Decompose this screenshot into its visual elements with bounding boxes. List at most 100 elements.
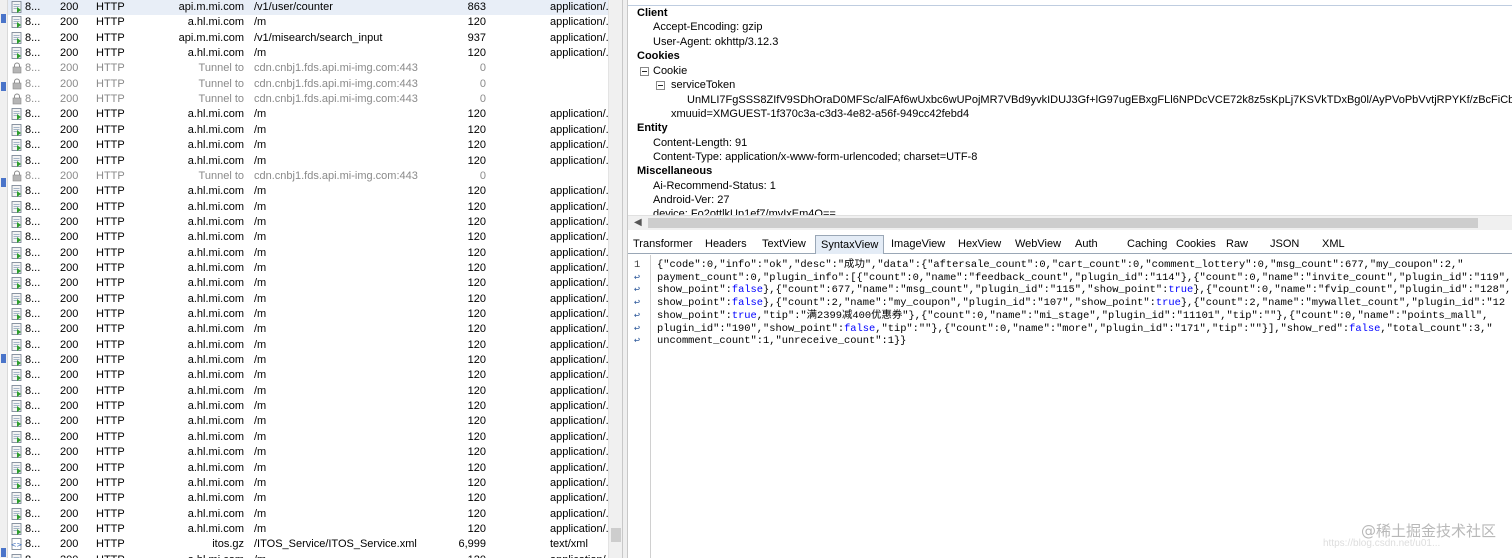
user-agent-header[interactable]: User-Agent: okhttp/3.12.3 [653, 35, 778, 49]
session-row[interactable]: 8...200HTTPa.hl.mi.com/m120application/.… [8, 522, 608, 537]
host: a.hl.mi.com [187, 308, 244, 320]
session-row[interactable]: 8...200HTTPa.hl.mi.com/m120application/.… [8, 138, 608, 153]
session-row[interactable]: 8...200HTTPa.hl.mi.com/m120application/.… [8, 261, 608, 276]
session-row[interactable]: 8...200HTTPa.hl.mi.com/m120application/.… [8, 154, 608, 169]
session-row[interactable]: 8... 200 HTTP Tunnel to cdn.cnbj1.fds.api.mi… [8, 169, 608, 184]
session-row[interactable]: 8...200HTTPa.hl.mi.com/m120application/.… [8, 384, 608, 399]
session-row[interactable]: 8...200HTTPa.hl.mi.com/m120application/.… [8, 368, 608, 383]
session-row[interactable]: 8... 200 HTTP Tunnel to cdn.cnbj1.fds.api.mi… [8, 61, 608, 76]
session-row[interactable]: 8...200HTTPa.hl.mi.com/m120application/.… [8, 307, 608, 322]
session-row[interactable]: 8...200HTTPa.hl.mi.com/m120application/.… [8, 553, 608, 558]
session-row[interactable]: 8...200HTTPa.hl.mi.com/m120application/.… [8, 107, 608, 122]
url: cdn.cnbj1.fds.api.mi-img.com:443 [254, 169, 418, 182]
scrollbar-thumb[interactable] [611, 528, 621, 542]
session-row[interactable]: 8...200HTTPa.hl.mi.com/m120application/.… [8, 476, 608, 491]
session-row[interactable]: 8...200HTTPa.hl.mi.com/m120application/.… [8, 445, 608, 460]
scrollbar-thumb[interactable] [648, 218, 1478, 228]
session-list-scrollbar[interactable] [608, 0, 622, 558]
body-size: 120 [467, 231, 486, 244]
session-id: 8... [25, 200, 41, 213]
content-type-header[interactable]: Content-Type: application/x-www-form-url… [653, 150, 977, 164]
wrap-arrow-icon: ↩ [634, 323, 641, 335]
service-token-value[interactable]: UnMLI7FgSSS8ZIfV9SDhOraD0MFSc/alFAf6wUxb… [687, 93, 1512, 107]
session-row[interactable]: 8...200HTTPa.hl.mi.com/m120application/.… [8, 184, 608, 199]
session-row[interactable]: 8...200HTTPa.hl.mi.com/m120application/.… [8, 200, 608, 215]
session-row[interactable]: 8... 200 HTTP api.m.mi.com/v1/misearch/sear… [8, 31, 608, 46]
session-row[interactable]: 8...200HTTPa.hl.mi.com/m120application/.… [8, 322, 608, 337]
body-size: 120 [467, 154, 486, 167]
code-line: show_point":false},{"count":2,"name":"my… [657, 297, 1506, 310]
tab-transformer[interactable]: Transformer [628, 235, 698, 254]
tab-caching[interactable]: Caching [1122, 235, 1172, 254]
url: /m [254, 507, 267, 520]
session-row[interactable]: 8...200HTTPa.hl.mi.com/m120application/.… [8, 353, 608, 368]
tab-syntaxview[interactable]: SyntaxView [815, 235, 885, 254]
body-size: 120 [467, 430, 486, 443]
device-header[interactable]: device: Fo2ottlkUp1ef7/mvIxEm4Q== [653, 207, 836, 215]
android-ver-header[interactable]: Android-Ver: 27 [653, 193, 729, 207]
code-line: {"code":0,"info":"ok","desc":"成功","data"… [657, 259, 1464, 271]
session-row[interactable]: 8...200HTTPa.hl.mi.com/m120application/.… [8, 123, 608, 138]
result-code: 200 [60, 446, 79, 459]
headers-horizontal-scrollbar[interactable]: ◀ [628, 215, 1512, 230]
tab-imageview[interactable]: ImageView [886, 235, 950, 254]
syntax-view-editor[interactable]: 1 ↩ ↩ ↩ ↩ ↩ ↩ {"code":0,"info":"ok","desc":"成功… [628, 255, 1512, 558]
body-size: 863 [467, 1, 486, 13]
session-id: 8... [25, 430, 41, 443]
host: a.hl.mi.com [187, 277, 244, 290]
session-row[interactable]: 8...200HTTPa.hl.mi.com/m120application/.… [8, 507, 608, 522]
tab-cookies[interactable]: Cookies [1171, 235, 1221, 254]
lock-icon [11, 170, 23, 182]
body-size: 120 [467, 446, 486, 459]
line-gutter: 1 ↩ ↩ ↩ ↩ ↩ ↩ [628, 255, 651, 558]
host: a.hl.mi.com [187, 200, 244, 213]
session-row[interactable]: <> 8... 200 HTTP itos.gz/ITOS_Service/ITOS_S… [8, 537, 608, 552]
content-type: application/... [550, 507, 608, 520]
scroll-left-arrow-icon[interactable]: ◀ [634, 217, 642, 228]
content-length-header[interactable]: Content-Length: 91 [653, 136, 747, 150]
cookie-node-label[interactable]: Cookie [653, 64, 687, 78]
service-token-label[interactable]: serviceToken [671, 78, 735, 92]
session-row[interactable]: 8... 200 HTTP api.m.mi.com/v1/user/counter 8… [8, 0, 608, 16]
tab-hexview[interactable]: HexView [953, 235, 1006, 254]
session-row[interactable]: 8...200HTTPa.hl.mi.com/m120application/.… [8, 215, 608, 230]
tab-headers[interactable]: Headers [700, 235, 752, 254]
collapse-service-token-icon[interactable] [656, 81, 665, 90]
session-row[interactable]: 8...200HTTPa.hl.mi.com/m120application/.… [8, 461, 608, 476]
xmuuid-cookie[interactable]: xmuuid=XMGUEST-1f370c3a-c3d3-4e82-a56f-9… [671, 107, 969, 121]
headers-panel-top-edge [628, 0, 1512, 6]
result-code: 200 [60, 461, 79, 474]
ai-recommend-header[interactable]: Ai-Recommend-Status: 1 [653, 179, 776, 193]
session-id: 8... [25, 215, 41, 228]
session-id: 8... [25, 93, 41, 106]
body-size: 0 [479, 77, 486, 90]
url: /m [254, 108, 267, 121]
tab-raw[interactable]: Raw [1221, 235, 1253, 254]
tab-textview[interactable]: TextView [757, 235, 811, 254]
session-row[interactable]: 8...200HTTPa.hl.mi.com/m120application/.… [8, 491, 608, 506]
collapse-cookie-icon[interactable] [640, 67, 649, 76]
session-row[interactable]: 8... 200 HTTP Tunnel to cdn.cnbj1.fds.api.mi… [8, 92, 608, 107]
json-response-icon [11, 292, 23, 305]
tab-webview[interactable]: WebView [1010, 235, 1066, 254]
session-row[interactable]: 8...200HTTPa.hl.mi.com/m120application/.… [8, 246, 608, 261]
session-row[interactable]: 8... 200 HTTP Tunnel to cdn.cnbj1.fds.api.mi… [8, 77, 608, 92]
body-size: 120 [467, 522, 486, 535]
session-row[interactable]: 8...200HTTPa.hl.mi.com/m120application/.… [8, 292, 608, 307]
host: a.hl.mi.com [187, 215, 244, 228]
session-row[interactable]: 8...200HTTPa.hl.mi.com/m120application/.… [8, 399, 608, 414]
accept-encoding-header[interactable]: Accept-Encoding: gzip [653, 20, 762, 34]
session-id: 8... [25, 461, 41, 474]
session-row[interactable]: 8...200HTTPa.hl.mi.com/m120application/.… [8, 15, 608, 30]
session-row[interactable]: 8...200HTTPa.hl.mi.com/m120application/.… [8, 338, 608, 353]
url: /m [254, 215, 267, 228]
tab-auth[interactable]: Auth [1070, 235, 1103, 254]
tab-json[interactable]: JSON [1265, 235, 1304, 254]
session-row[interactable]: 8...200HTTPa.hl.mi.com/m120application/.… [8, 276, 608, 291]
session-row[interactable]: 8...200HTTPa.hl.mi.com/m120application/.… [8, 414, 608, 429]
session-row[interactable]: 8...200HTTPa.hl.mi.com/m120application/.… [8, 430, 608, 445]
session-row[interactable]: 8...200HTTPa.hl.mi.com/m120application/.… [8, 230, 608, 245]
content-type: application/... [550, 154, 608, 167]
session-row[interactable]: 8...200HTTPa.hl.mi.com/m120application/.… [8, 46, 608, 61]
tab-xml[interactable]: XML [1317, 235, 1350, 254]
